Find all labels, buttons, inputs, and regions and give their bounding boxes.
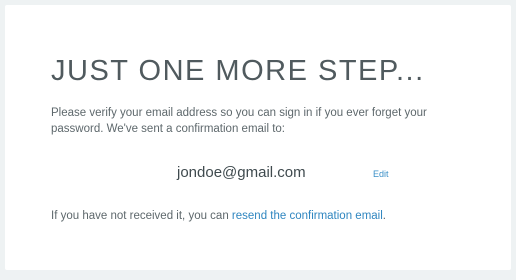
resend-notice: If you have not received it, you can res… <box>51 208 386 224</box>
verification-card: JUST ONE MORE STEP... Please verify your… <box>5 5 511 270</box>
edit-email-link[interactable]: Edit <box>373 167 389 181</box>
email-address: jondoe@gmail.com <box>177 164 306 181</box>
email-row: jondoe@gmail.com Edit <box>51 163 471 185</box>
resend-confirmation-link[interactable]: resend the confirmation email <box>232 210 383 222</box>
page-title: JUST ONE MORE STEP... <box>51 55 425 87</box>
resend-notice-period: . <box>382 210 386 222</box>
resend-notice-text: If you have not received it, you can <box>51 210 232 222</box>
verification-message: Please verify your email address so you … <box>51 107 427 135</box>
